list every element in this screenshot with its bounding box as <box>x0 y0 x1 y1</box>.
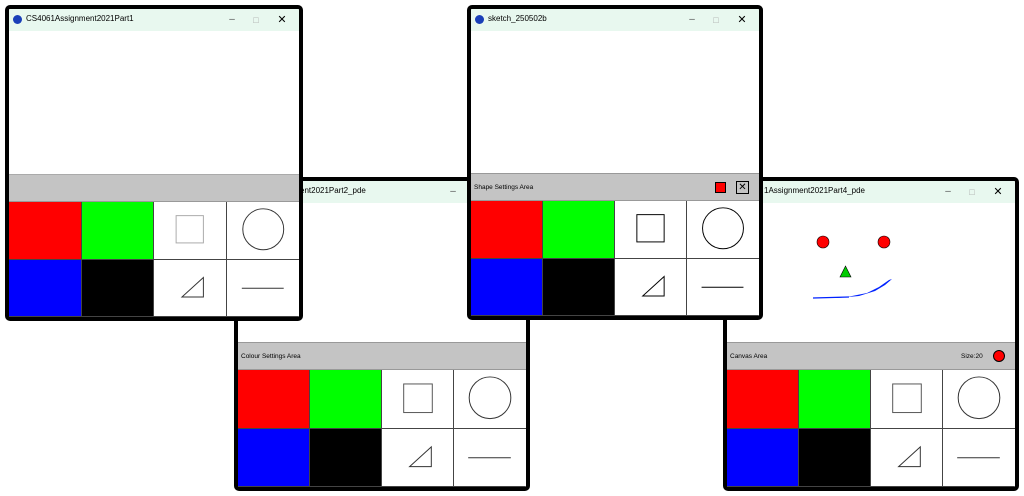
titlebar[interactable]: 1Assignment2021Part4_pde – □ ✕ <box>727 181 1015 203</box>
window-title: sketch_250502b <box>488 14 547 23</box>
close-icon[interactable]: ✕ <box>731 12 753 28</box>
color-swatch-red[interactable] <box>471 201 543 259</box>
triangle-icon <box>897 445 921 467</box>
close-icon[interactable]: ✕ <box>271 12 293 28</box>
circle-tool[interactable] <box>226 202 299 260</box>
minimize-icon[interactable]: – <box>681 12 703 28</box>
drawing-canvas[interactable] <box>727 203 1015 342</box>
color-swatch-blue[interactable] <box>238 428 310 487</box>
circle-tool[interactable] <box>454 370 526 429</box>
settings-label: Colour Settings Area <box>241 353 301 360</box>
colour-settings-bar: Colour Settings Area <box>238 342 526 370</box>
window-title: 1Assignment2021Part4_pde <box>764 186 865 195</box>
rectangle-icon <box>403 383 433 414</box>
circle-icon <box>468 376 512 420</box>
color-swatch-black[interactable] <box>543 258 615 316</box>
circle-icon <box>241 208 284 251</box>
circle-icon <box>957 376 1001 420</box>
circle-icon <box>702 207 744 250</box>
window-part1: CS4061Assignment2021Part1 – □ ✕ <box>5 5 303 321</box>
drawn-eye-left <box>816 235 830 249</box>
triangle-tool[interactable] <box>382 428 454 487</box>
rectangle-icon <box>636 214 665 243</box>
drawing-canvas[interactable] <box>471 31 759 173</box>
line-tool[interactable] <box>454 428 526 487</box>
line-tool[interactable] <box>943 428 1015 487</box>
color-swatch-red[interactable] <box>9 202 82 260</box>
line-icon <box>957 456 1000 458</box>
settings-bar <box>9 174 299 202</box>
window-canvas-area: 1Assignment2021Part4_pde – □ ✕ Canvas Ar… <box>723 177 1019 491</box>
shape-settings-bar: Shape Settings Area ✕ <box>471 173 759 201</box>
palette <box>9 202 299 317</box>
triangle-tool[interactable] <box>871 428 943 487</box>
drawing <box>812 235 892 299</box>
window-shape-settings: sketch_250502b – □ ✕ Shape Settings Area… <box>467 5 763 320</box>
line-icon <box>241 287 284 289</box>
maximize-icon[interactable]: □ <box>245 12 267 28</box>
fill-color-swatch[interactable] <box>715 182 726 193</box>
settings-label: Shape Settings Area <box>474 184 534 191</box>
canvas-settings-bar: Canvas Area Size:20 <box>727 342 1015 370</box>
palette <box>727 370 1015 487</box>
color-swatch-black[interactable] <box>799 428 871 487</box>
rectangle-tool[interactable] <box>615 201 687 259</box>
color-swatch-green[interactable] <box>799 370 871 429</box>
line-icon <box>701 286 744 288</box>
titlebar[interactable]: sketch_250502b – □ ✕ <box>471 9 759 31</box>
triangle-icon <box>180 275 204 298</box>
triangle-tool[interactable] <box>154 259 227 317</box>
color-swatch-black[interactable] <box>310 428 382 487</box>
color-swatch-black[interactable] <box>81 259 154 317</box>
color-swatch-green[interactable] <box>81 202 154 260</box>
color-swatch-red[interactable] <box>727 370 799 429</box>
triangle-tool[interactable] <box>615 258 687 316</box>
maximize-icon[interactable]: □ <box>705 12 727 28</box>
triangle-icon <box>408 445 432 467</box>
circle-tool[interactable] <box>687 201 759 259</box>
rectangle-icon <box>175 215 204 244</box>
brush-color-indicator-icon[interactable] <box>993 350 1005 362</box>
minimize-icon[interactable]: – <box>442 184 464 200</box>
rectangle-tool[interactable] <box>154 202 227 260</box>
rectangle-tool[interactable] <box>871 370 943 429</box>
drawing-canvas[interactable] <box>9 31 299 174</box>
color-swatch-green[interactable] <box>310 370 382 429</box>
close-icon[interactable]: ✕ <box>987 184 1009 200</box>
rectangle-tool[interactable] <box>382 370 454 429</box>
line-icon <box>468 456 511 458</box>
color-swatch-blue[interactable] <box>727 428 799 487</box>
close-box-icon[interactable]: ✕ <box>736 181 749 194</box>
line-tool[interactable] <box>687 258 759 316</box>
color-swatch-red[interactable] <box>238 370 310 429</box>
drawn-mouth-stroke <box>813 279 892 298</box>
drawn-eye-right <box>877 235 891 249</box>
window-title: CS4061Assignment2021Part1 <box>26 14 134 23</box>
color-swatch-green[interactable] <box>543 201 615 259</box>
triangle-icon <box>641 274 665 297</box>
drawn-nose-triangle <box>839 265 852 278</box>
window-title: ent2021Part2_pde <box>300 186 366 195</box>
maximize-icon[interactable]: □ <box>961 184 983 200</box>
rectangle-icon <box>892 383 922 414</box>
titlebar[interactable]: CS4061Assignment2021Part1 – □ ✕ <box>9 9 299 31</box>
line-tool[interactable] <box>226 259 299 317</box>
circle-tool[interactable] <box>943 370 1015 429</box>
color-swatch-blue[interactable] <box>471 258 543 316</box>
palette <box>238 370 526 487</box>
brush-size-label: Size:20 <box>961 353 983 360</box>
minimize-icon[interactable]: – <box>937 184 959 200</box>
palette <box>471 201 759 316</box>
app-icon <box>13 15 22 24</box>
color-swatch-blue[interactable] <box>9 259 82 317</box>
minimize-icon[interactable]: – <box>221 12 243 28</box>
app-icon <box>475 15 484 24</box>
settings-label: Canvas Area <box>730 353 768 360</box>
